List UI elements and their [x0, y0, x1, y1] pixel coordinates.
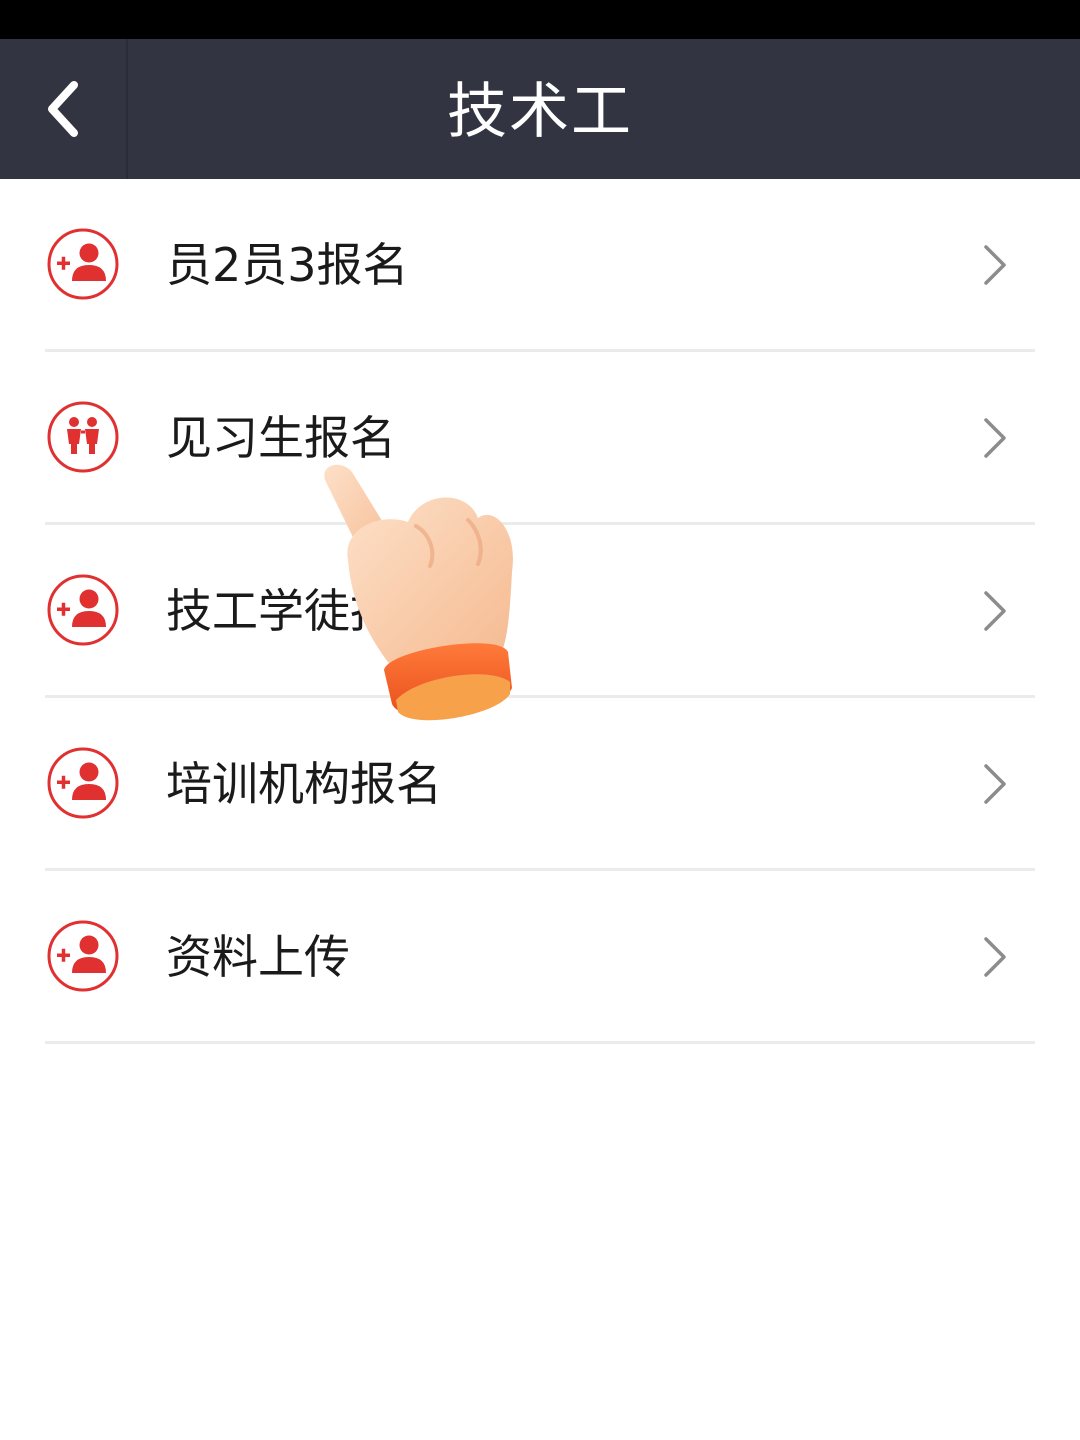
nav-bar: 技术工	[0, 39, 1080, 179]
divider	[45, 1041, 1035, 1044]
menu-item-label: 员2员3报名	[166, 238, 409, 292]
page-title: 技术工	[447, 77, 633, 147]
status-bar	[0, 0, 1080, 39]
people-icon	[47, 401, 119, 473]
chevron-right-icon	[984, 764, 1006, 804]
menu-item-label: 培训机构报名	[166, 757, 442, 811]
add-user-icon	[47, 920, 119, 992]
chevron-right-icon	[984, 591, 1006, 631]
menu-item-trainee-registration[interactable]: 见习生报名	[0, 352, 1080, 525]
menu-item-training-institution-registration[interactable]: 培训机构报名	[0, 698, 1080, 871]
chevron-right-icon	[984, 937, 1006, 977]
menu-item-staff-registration[interactable]: 员2员3报名	[0, 179, 1080, 352]
menu-list: 员2员3报名 见习生报名 技工学徒报名 培训机构报名 资料上传	[0, 179, 1080, 1044]
menu-item-label: 见习生报名	[166, 411, 396, 465]
add-user-icon	[47, 574, 119, 646]
menu-item-document-upload[interactable]: 资料上传	[0, 871, 1080, 1044]
add-user-icon	[47, 228, 119, 300]
chevron-right-icon	[984, 245, 1006, 285]
add-user-icon	[47, 747, 119, 819]
menu-item-label: 资料上传	[166, 930, 350, 984]
chevron-right-icon	[984, 418, 1006, 458]
menu-item-label: 技工学徒报名	[166, 584, 442, 638]
menu-item-apprentice-registration[interactable]: 技工学徒报名	[0, 525, 1080, 698]
